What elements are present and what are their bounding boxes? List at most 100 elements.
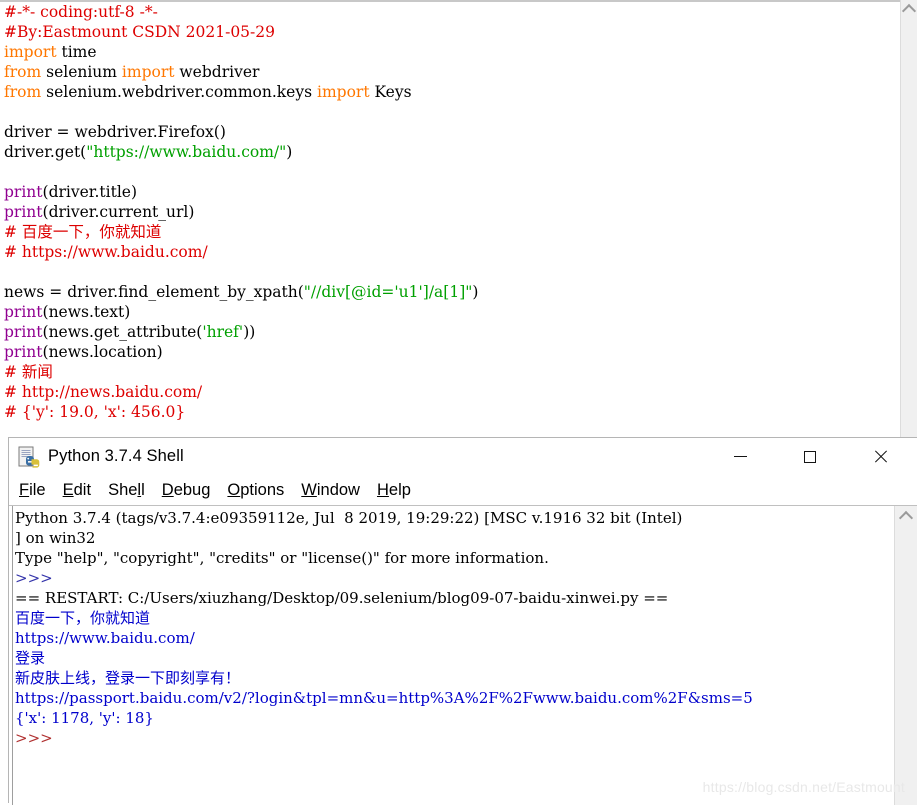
- editor-code-token: # {'y': 19.0, 'x': 456.0}: [4, 403, 186, 421]
- editor-code-token: # 百度一下，你就知道: [4, 223, 162, 241]
- shell-output-token: https://passport.baidu.com/v2/?login&tpl…: [15, 689, 753, 707]
- shell-output-token: == RESTART: C:/Users/xiuzhang/Desktop/09…: [15, 589, 669, 607]
- editor-code-line: print(news.text): [4, 302, 884, 322]
- editor-code-token: # 新闻: [4, 363, 53, 381]
- shell-output-line: 新皮肤上线，登录一下即刻享有！: [15, 668, 885, 688]
- chevron-up-icon[interactable]: [895, 506, 917, 526]
- editor-code-token: ): [472, 283, 479, 301]
- editor-code-token: (driver.current_url): [42, 203, 195, 221]
- editor-code-line: [4, 162, 884, 182]
- shell-vertical-scrollbar[interactable]: [894, 506, 917, 805]
- editor-code-token: (news.text): [42, 303, 131, 321]
- editor-code-line: #By:Eastmount CSDN 2021-05-29: [4, 22, 884, 42]
- shell-output-token: 百度一下，你就知道: [15, 609, 151, 627]
- shell-output-line: == RESTART: C:/Users/xiuzhang/Desktop/09…: [15, 588, 885, 608]
- editor-code-token: # http://news.baidu.com/: [4, 383, 203, 401]
- editor-code-token: Keys: [369, 83, 412, 101]
- shell-output-token: Python 3.7.4 (tags/v3.7.4:e09359112e, Ju…: [15, 509, 683, 527]
- editor-code-line: # 百度一下，你就知道: [4, 222, 884, 242]
- shell-output-line: https://www.baidu.com/: [15, 628, 885, 648]
- editor-code-line: driver.get("https://www.baidu.com/"): [4, 142, 884, 162]
- editor-code-token: print: [4, 183, 43, 201]
- maximize-icon[interactable]: [787, 438, 833, 475]
- editor-vertical-scrollbar[interactable]: [900, 0, 917, 440]
- editor-code-line: driver = webdriver.Firefox(): [4, 122, 884, 142]
- editor-code-token: # https://www.baidu.com/: [4, 243, 208, 261]
- shell-output-line: >>>: [15, 568, 885, 588]
- editor-code-token: (driver.title): [42, 183, 138, 201]
- editor-code-token: (news.get_attribute(: [42, 323, 203, 341]
- editor-code-token: 'href': [202, 323, 244, 341]
- editor-code-token: print: [4, 203, 43, 221]
- menu-item-help[interactable]: Help: [377, 481, 411, 500]
- editor-code-token: from: [4, 83, 42, 101]
- shell-output-area[interactable]: Python 3.7.4 (tags/v3.7.4:e09359112e, Ju…: [15, 508, 885, 748]
- shell-output-token: >>>: [15, 569, 53, 587]
- editor-code-area[interactable]: #-*- coding:utf-8 -*- #By:Eastmount CSDN …: [4, 2, 884, 422]
- editor-code-token: )): [243, 323, 256, 341]
- python-shell-window: Python 3.7.4 Shell File Edit Shell Debug Opt…: [8, 437, 917, 805]
- editor-code-token: import: [4, 43, 57, 61]
- shell-output-panel: Python 3.7.4 (tags/v3.7.4:e09359112e, Ju…: [9, 505, 917, 805]
- editor-code-line: print(driver.current_url): [4, 202, 884, 222]
- shell-output-token: {'x': 1178, 'y': 18}: [15, 709, 154, 727]
- shell-output-line: >>>: [15, 728, 885, 748]
- editor-code-line: [4, 102, 884, 122]
- editor-code-line: import time: [4, 42, 884, 62]
- shell-output-line: Type "help", "copyright", "credits" or "…: [15, 548, 885, 568]
- editor-code-token: print: [4, 323, 43, 341]
- editor-code-line: print(news.location): [4, 342, 884, 362]
- editor-code-line: print(driver.title): [4, 182, 884, 202]
- menu-item-options[interactable]: Options: [227, 481, 284, 500]
- shell-left-gutter: [9, 506, 13, 805]
- editor-code-line: from selenium import webdriver: [4, 62, 884, 82]
- editor-code-token: driver.get(: [4, 143, 87, 161]
- close-icon[interactable]: [857, 438, 903, 475]
- minimize-icon[interactable]: [717, 438, 763, 475]
- editor-code-line: [4, 262, 884, 282]
- editor-code-token: selenium: [41, 63, 122, 81]
- menu-item-window[interactable]: Window: [301, 481, 360, 500]
- editor-code-token: import: [121, 63, 175, 81]
- shell-titlebar[interactable]: Python 3.7.4 Shell: [9, 438, 917, 475]
- menu-item-debug[interactable]: Debug: [162, 481, 211, 500]
- editor-code-line: # 新闻: [4, 362, 884, 382]
- shell-output-line: 百度一下，你就知道: [15, 608, 885, 628]
- editor-code-line: print(news.get_attribute('href')): [4, 322, 884, 342]
- editor-code-line: # {'y': 19.0, 'x': 456.0}: [4, 402, 884, 422]
- editor-code-token: "//div[@id='u1']/a[1]": [303, 283, 473, 301]
- shell-output-line: https://passport.baidu.com/v2/?login&tpl…: [15, 688, 885, 708]
- menu-item-file[interactable]: File: [19, 481, 46, 500]
- editor-code-token: #-*- coding:utf-8 -*-: [4, 3, 158, 21]
- shell-output-token: 登录: [15, 649, 46, 667]
- editor-code-token: time: [56, 43, 97, 61]
- editor-code-token: (news.location): [42, 343, 163, 361]
- editor-code-token: driver = webdriver.Firefox(): [4, 123, 226, 141]
- editor-code-token: news = driver.find_element_by_xpath(: [4, 283, 304, 301]
- editor-code-line: news = driver.find_element_by_xpath("//d…: [4, 282, 884, 302]
- shell-output-line: Python 3.7.4 (tags/v3.7.4:e09359112e, Ju…: [15, 508, 885, 528]
- chevron-up-icon[interactable]: [901, 0, 917, 18]
- shell-output-line: ] on win32: [15, 528, 885, 548]
- editor-code-token: ): [286, 143, 293, 161]
- shell-title-text: Python 3.7.4 Shell: [48, 447, 184, 465]
- editor-code-token: from: [4, 63, 42, 81]
- shell-output-token: https://www.baidu.com/: [15, 629, 195, 647]
- editor-code-token: #By:Eastmount CSDN 2021-05-29: [4, 23, 276, 41]
- menu-item-shell[interactable]: Shell: [108, 481, 145, 500]
- menu-item-edit[interactable]: Edit: [63, 481, 91, 500]
- shell-output-token: ] on win32: [15, 529, 96, 547]
- editor-code-token: "https://www.baidu.com/": [86, 143, 287, 161]
- editor-code-token: print: [4, 303, 43, 321]
- python-file-icon: [18, 446, 40, 468]
- editor-code-token: webdriver: [174, 63, 260, 81]
- editor-code-line: from selenium.webdriver.common.keys impo…: [4, 82, 884, 102]
- shell-output-token: Type "help", "copyright", "credits" or "…: [15, 549, 549, 567]
- editor-code-line: # https://www.baidu.com/: [4, 242, 884, 262]
- editor-code-token: selenium.webdriver.common.keys: [41, 83, 317, 101]
- shell-menubar: File Edit Shell Debug Options Window Help: [9, 475, 917, 505]
- editor-code-token: print: [4, 343, 43, 361]
- shell-output-line: {'x': 1178, 'y': 18}: [15, 708, 885, 728]
- editor-code-line: #-*- coding:utf-8 -*-: [4, 2, 884, 22]
- editor-code-line: # http://news.baidu.com/: [4, 382, 884, 402]
